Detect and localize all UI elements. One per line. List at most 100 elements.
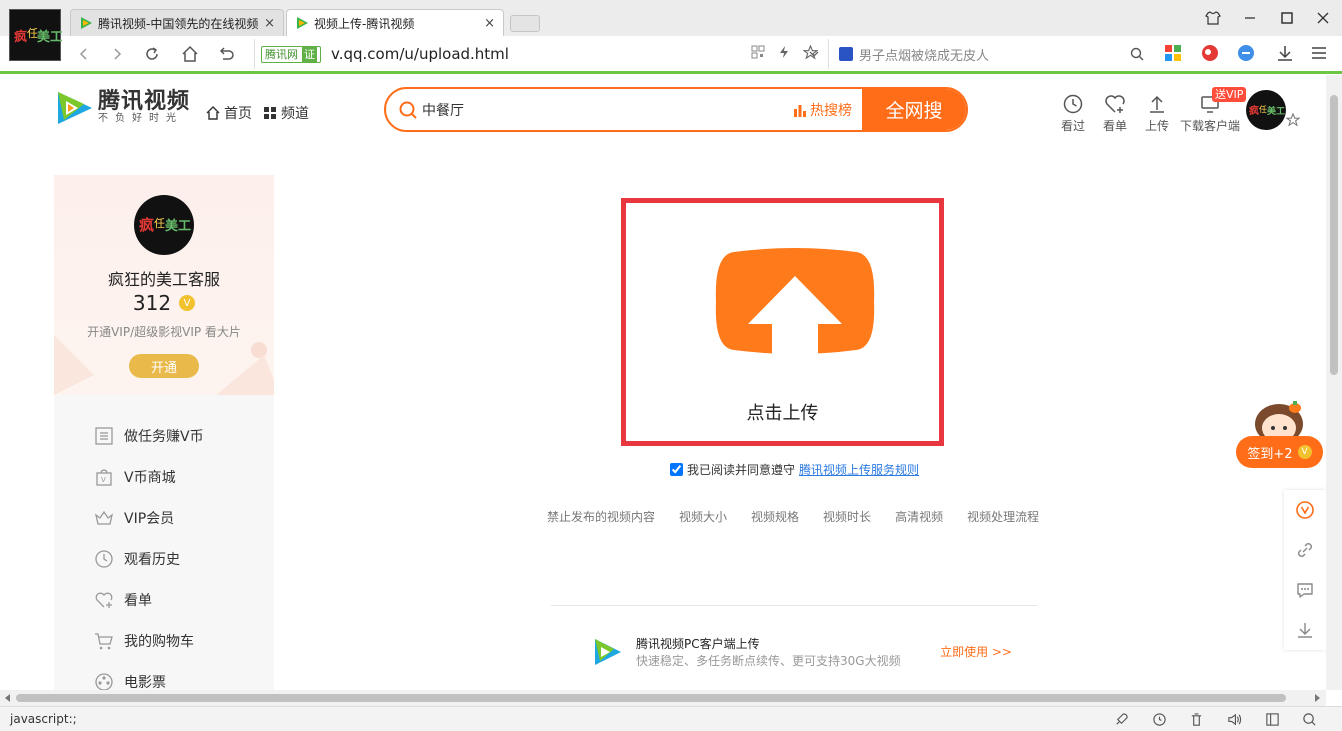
url-text[interactable]: v.qq.com/u/upload.html (331, 45, 509, 63)
site-cert-badge[interactable]: 腾讯网证 (261, 45, 321, 63)
rule-link-video-spec[interactable]: 视频规格 (751, 508, 799, 525)
rule-link-processing-flow[interactable]: 视频处理流程 (967, 508, 1039, 525)
side-toolbar (1284, 490, 1326, 650)
rule-link-forbidden-content[interactable]: 禁止发布的视频内容 (547, 508, 655, 525)
upload-rules-link[interactable]: 腾讯视频上传服务规则 (799, 461, 919, 478)
search-all-button[interactable]: 全网搜 (862, 89, 966, 130)
tab-close-icon[interactable]: × (264, 16, 275, 31)
download-icon[interactable] (1276, 44, 1296, 64)
browser-tab-bar: 疯任美工 腾讯视频-中国领先的在线视频 × 视频上传-腾讯视频 × (0, 0, 1342, 61)
rule-link-video-duration[interactable]: 视频时长 (823, 508, 871, 525)
address-bar[interactable]: 腾讯网证 v.qq.com/u/upload.html (254, 39, 826, 69)
extension-blue-icon[interactable] (1237, 44, 1257, 64)
side-link-button[interactable] (1284, 530, 1326, 570)
browser-search-box[interactable]: 男子点烟被烧成无皮人 (828, 39, 1148, 69)
trash-icon[interactable] (1189, 712, 1204, 727)
search-input[interactable] (422, 101, 793, 118)
horizontal-scrollbar[interactable] (0, 690, 1326, 706)
rocket-icon[interactable] (1114, 712, 1129, 727)
extension-red-icon[interactable] (1201, 44, 1221, 64)
site-search-box: 热搜榜 全网搜 (384, 87, 968, 132)
shirt-skin-icon[interactable] (1203, 8, 1223, 28)
header-upload-button[interactable]: 上传 (1145, 93, 1169, 134)
browser-search-text[interactable]: 男子点烟被烧成无皮人 (859, 45, 989, 64)
menu-item-watchlist[interactable]: 看单 (54, 579, 274, 620)
menu-item-vip[interactable]: VIP会员 (54, 497, 274, 538)
window-icon[interactable] (1265, 712, 1280, 727)
side-vcoin-button[interactable] (1284, 490, 1326, 530)
menu-item-cart[interactable]: 我的购物车 (54, 620, 274, 661)
volume-icon[interactable] (1227, 712, 1242, 727)
refresh-circle-icon[interactable] (1152, 712, 1167, 727)
minimize-icon[interactable] (1240, 8, 1260, 28)
side-download-button[interactable] (1284, 610, 1326, 650)
scroll-right-icon[interactable] (1313, 694, 1321, 702)
side-feedback-button[interactable] (1284, 570, 1326, 610)
rule-link-hd-video[interactable]: 高清视频 (895, 508, 943, 525)
browser-nav-bar: 腾讯网证 v.qq.com/u/upload.html 男子点烟被烧成无皮人 (0, 36, 1342, 74)
vertical-scrollbar[interactable] (1326, 75, 1342, 690)
sign-in-widget[interactable]: 签到+2 V (1236, 400, 1324, 470)
menu-item-label: V币商城 (124, 469, 176, 486)
avatar[interactable]: 疯任美工 (1246, 90, 1286, 130)
tab-title: 腾讯视频-中国领先的在线视频 (98, 16, 259, 31)
scrollbar-thumb[interactable] (1330, 95, 1338, 375)
open-vip-button[interactable]: 开通 (129, 354, 199, 378)
scroll-left-icon[interactable] (4, 694, 12, 702)
use-now-link[interactable]: 立即使用 >> (940, 643, 1012, 660)
new-tab-button[interactable] (510, 15, 540, 32)
cert-verified-mark: 证 (302, 46, 317, 62)
rule-link-video-size[interactable]: 视频大小 (679, 508, 727, 525)
undo-close-icon[interactable] (216, 44, 236, 64)
svg-text:任: 任 (1259, 104, 1267, 114)
menu-icon[interactable] (1310, 44, 1330, 64)
close-window-icon[interactable] (1313, 8, 1333, 28)
qrcode-icon[interactable] (751, 45, 765, 59)
menu-item-vcoin-store[interactable]: V V币商城 (54, 456, 274, 497)
task-list-icon (95, 426, 113, 445)
browser-logo: 疯任美工 (9, 9, 63, 61)
clock-icon (95, 549, 113, 568)
header-icon-label: 看过 (1061, 119, 1086, 133)
menu-item-movie-tickets[interactable]: 电影票 (54, 661, 274, 690)
tab-tencent-video-home[interactable]: 腾讯视频-中国领先的在线视频 × (70, 9, 284, 36)
user-avatar[interactable]: 疯任美工 (134, 195, 194, 255)
apps-grid-icon[interactable] (1164, 44, 1184, 64)
hot-search-link[interactable]: 热搜榜 (793, 100, 852, 120)
zoom-icon[interactable] (1302, 712, 1317, 727)
nav-home-link[interactable]: 首页 (206, 103, 252, 123)
menu-item-history[interactable]: 观看历史 (54, 538, 274, 579)
header-history-button[interactable]: 看过 (1061, 93, 1085, 134)
bar-chart-icon (794, 104, 806, 117)
site-logo[interactable]: 腾讯视频 不负好时光 (54, 90, 190, 126)
upload-dropzone[interactable]: 点击上传 (621, 198, 944, 446)
nav-channel-label: 频道 (281, 106, 309, 122)
vcoin-icon: V (179, 295, 196, 311)
refresh-icon[interactable] (142, 44, 162, 64)
scrollbar-thumb[interactable] (16, 694, 1286, 702)
chat-bubble-icon (1297, 583, 1313, 598)
svg-text:美工: 美工 (1267, 105, 1285, 117)
menu-item-label: VIP会员 (124, 510, 175, 527)
forward-icon[interactable] (107, 44, 127, 64)
star-icon[interactable] (1286, 113, 1300, 127)
lightning-icon[interactable] (777, 45, 791, 59)
svg-text:美工: 美工 (165, 218, 191, 234)
vip-gift-badge[interactable]: 送VIP (1212, 87, 1247, 102)
pc-client-upload: 腾讯视频PC客户端上传 快速稳定、多任务断点续传、更可支持30G大视频 立即使用… (592, 635, 1012, 669)
header-watchlist-button[interactable]: 看单 (1103, 93, 1127, 134)
back-icon[interactable] (74, 44, 94, 64)
tab-title: 视频上传-腾讯视频 (314, 16, 415, 31)
maximize-icon[interactable] (1277, 8, 1297, 28)
tab-video-upload[interactable]: 视频上传-腾讯视频 × (286, 9, 504, 36)
home-icon[interactable] (180, 44, 200, 64)
tab-close-icon[interactable]: × (484, 16, 495, 31)
menu-item-label: 我的购物车 (124, 633, 194, 650)
chevron-down-icon[interactable] (804, 44, 824, 64)
agree-checkbox[interactable] (670, 463, 683, 476)
pc-client-desc: 快速稳定、多任务断点续传、更可支持30G大视频 (636, 654, 901, 668)
nav-channel-link[interactable]: 频道 (264, 103, 309, 123)
tencent-video-favicon-icon (81, 17, 92, 29)
search-icon[interactable] (1130, 47, 1144, 61)
menu-item-tasks[interactable]: 做任务赚V币 (54, 415, 274, 456)
